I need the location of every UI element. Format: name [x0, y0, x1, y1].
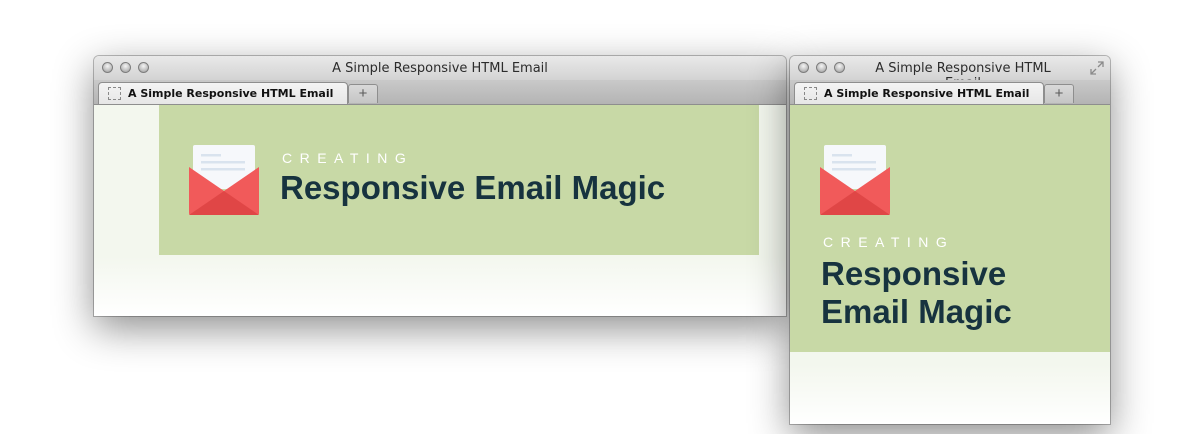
new-tab-button[interactable]: +	[348, 84, 378, 103]
kicker-text: CREATING	[823, 234, 955, 250]
minimize-button[interactable]	[816, 62, 827, 73]
mobile-browser-window: A Simple Responsive HTML Email A Simple …	[790, 56, 1110, 424]
envelope-icon	[189, 145, 259, 215]
close-button[interactable]	[798, 62, 809, 73]
title-bar: A Simple Responsive HTML Email	[790, 56, 1110, 91]
desktop-browser-window: A Simple Responsive HTML Email A Simple …	[94, 56, 786, 316]
tab-label: A Simple Responsive HTML Email	[824, 87, 1030, 100]
envelope-icon	[820, 145, 890, 215]
email-headline: Responsive Email Magic	[821, 255, 1012, 330]
kicker-text: CREATING	[282, 150, 414, 166]
zoom-button[interactable]	[834, 62, 845, 73]
tab-strip: A Simple Responsive HTML Email +	[94, 80, 786, 105]
tab-active[interactable]: A Simple Responsive HTML Email	[98, 82, 348, 104]
tab-label: A Simple Responsive HTML Email	[128, 87, 334, 100]
email-headline: Responsive Email Magic	[280, 169, 666, 206]
new-tab-button[interactable]: +	[1044, 84, 1074, 103]
window-controls	[798, 62, 845, 73]
title-bar: A Simple Responsive HTML Email	[94, 56, 786, 80]
page-icon	[108, 87, 121, 100]
fullscreen-icon[interactable]	[1090, 61, 1104, 75]
tab-strip: A Simple Responsive HTML Email +	[790, 80, 1110, 105]
page-content: CREATING Responsive Email Magic	[790, 105, 1110, 424]
email-header: CREATING Responsive Email Magic	[159, 105, 759, 255]
email-header: CREATING Responsive Email Magic	[790, 105, 1110, 352]
tab-active[interactable]: A Simple Responsive HTML Email	[794, 82, 1044, 104]
window-title: A Simple Responsive HTML Email	[332, 61, 548, 76]
page-content: CREATING Responsive Email Magic	[94, 105, 786, 316]
page-icon	[804, 87, 817, 100]
